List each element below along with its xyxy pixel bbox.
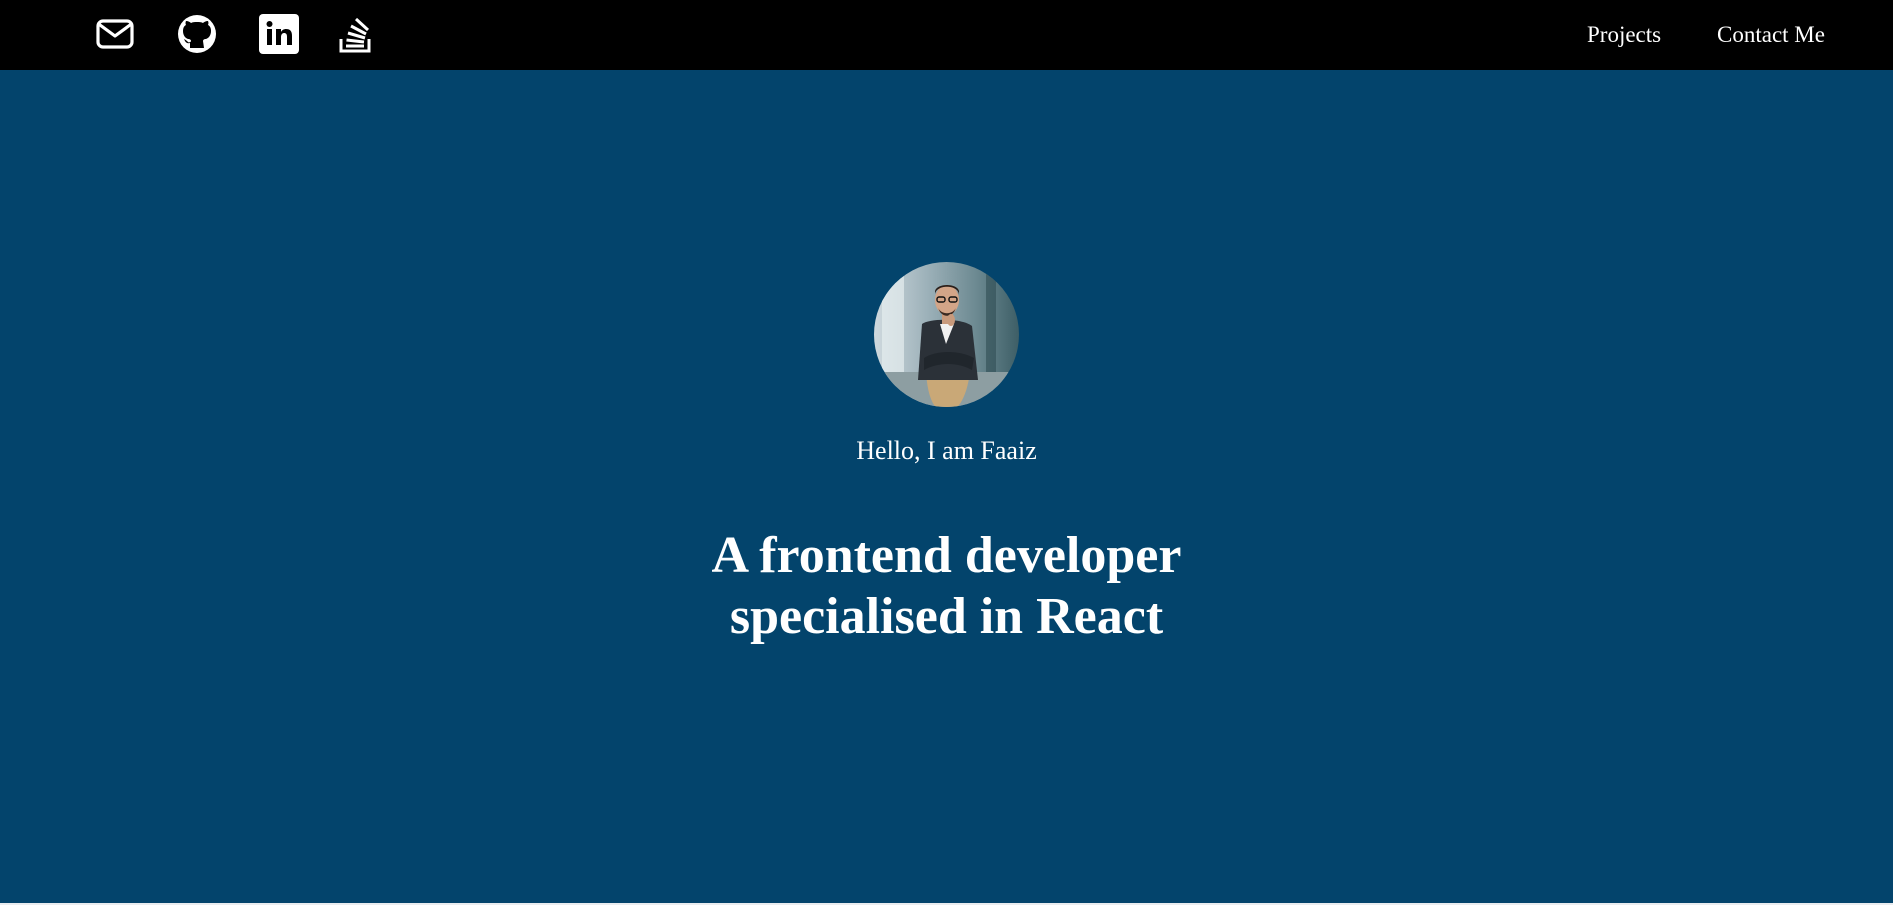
stackoverflow-icon[interactable] bbox=[336, 14, 376, 54]
headline: A frontend developer specialised in Reac… bbox=[0, 525, 1893, 647]
headline-line-1: A frontend developer bbox=[711, 527, 1182, 584]
nav-link-projects[interactable]: Projects bbox=[1587, 21, 1661, 48]
github-icon[interactable] bbox=[177, 14, 217, 54]
nav-link-contact[interactable]: Contact Me bbox=[1717, 21, 1825, 48]
greeting-text: Hello, I am Faaiz bbox=[856, 436, 1037, 465]
headline-line-2: specialised in React bbox=[729, 588, 1164, 645]
hero-section bbox=[0, 70, 1893, 903]
profile-avatar bbox=[874, 262, 1019, 407]
linkedin-icon[interactable] bbox=[259, 14, 299, 54]
mail-icon[interactable] bbox=[95, 14, 135, 54]
top-navbar: Projects Contact Me bbox=[0, 0, 1893, 70]
